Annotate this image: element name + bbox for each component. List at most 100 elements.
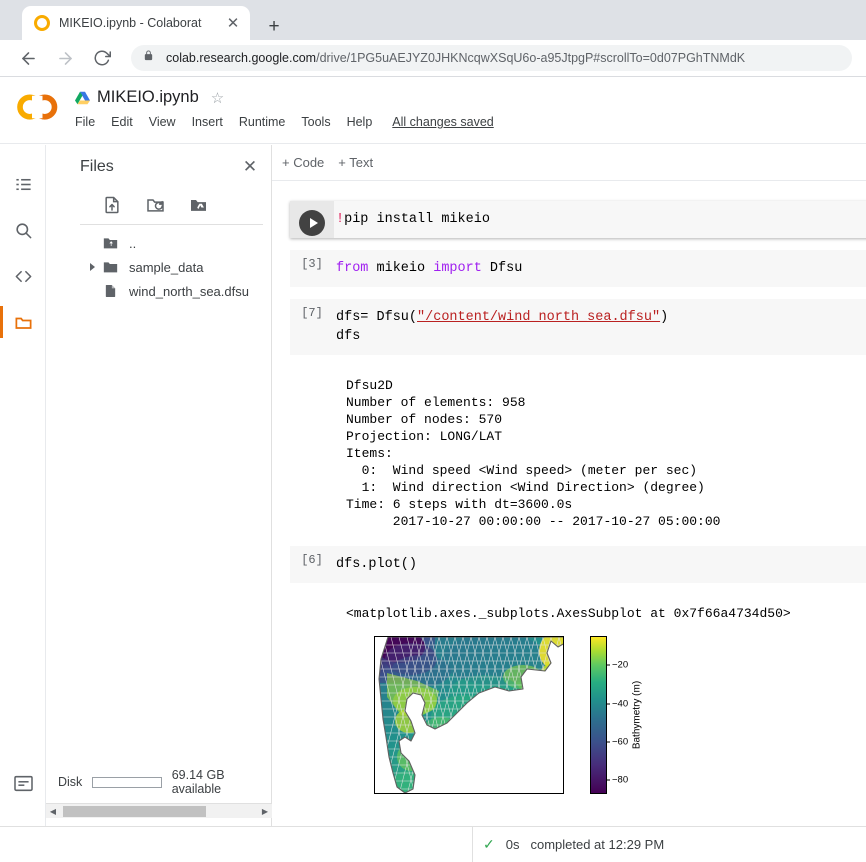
add-text-cell-button[interactable]: + Text xyxy=(338,155,373,170)
lock-icon xyxy=(143,49,157,67)
url-domain: colab.research.google.com xyxy=(166,51,317,65)
cell-execution-count: [3] xyxy=(301,257,323,271)
play-icon xyxy=(309,218,318,228)
menu-item-edit[interactable]: Edit xyxy=(111,115,133,129)
menu-item-view[interactable]: View xyxy=(149,115,176,129)
status-bar: ✓ 0s completed at 12:29 PM xyxy=(0,826,866,862)
file-tree-item-label: wind_north_sea.dfsu xyxy=(129,283,249,299)
figure-axes: 55 54 53 52 51 50 0 2 4 6 8 xyxy=(374,636,564,794)
colab-favicon-icon xyxy=(34,15,50,31)
address-bar-url: colab.research.google.com/drive/1PG5uAEJ… xyxy=(166,51,745,65)
menu-item-help[interactable]: Help xyxy=(347,115,373,129)
notebook-cell[interactable]: [6] dfs.plot() xyxy=(290,546,866,583)
cell-gutter: [7] xyxy=(290,299,334,355)
close-icon[interactable]: ✕ xyxy=(224,14,242,32)
mount-drive-icon[interactable] xyxy=(188,195,209,216)
execution-status: ✓ 0s completed at 12:29 PM xyxy=(473,836,866,853)
notebook-cell[interactable]: !pip install mikeio xyxy=(290,201,866,238)
folder-icon xyxy=(102,259,119,276)
cell-code[interactable]: from mikeio import Dfsu xyxy=(290,250,866,287)
menu-item-insert[interactable]: Insert xyxy=(192,115,223,129)
file-tree-item-label: sample_data xyxy=(129,259,204,275)
rail-item-code-snippets[interactable] xyxy=(0,253,46,299)
menu-item-tools[interactable]: Tools xyxy=(301,115,330,129)
files-panel-title: Files xyxy=(80,158,114,175)
file-tree-item-parent[interactable]: .. xyxy=(46,231,271,255)
disk-usage-bar xyxy=(92,776,162,788)
colorbar-tick-label: −20 xyxy=(605,659,629,671)
file-tree-item-file[interactable]: wind_north_sea.dfsu xyxy=(46,279,271,303)
drive-icon xyxy=(75,91,90,105)
forward-icon xyxy=(51,44,79,72)
notebook-title-row: MIKEIO.ipynb ☆ xyxy=(75,88,224,107)
files-panel: Files ✕ .. sample_data wind_north_sea.df… xyxy=(46,145,272,826)
rail-item-search[interactable] xyxy=(0,207,46,253)
file-tree-item-label: .. xyxy=(129,235,137,251)
new-tab-button[interactable]: + xyxy=(260,12,288,40)
cell-output-figure: 55 54 53 52 51 50 0 2 4 6 8 xyxy=(290,626,866,814)
url-path: /drive/1PG5uAEJYZ0JHKNcqwXSqU6o-a95JtpgP… xyxy=(316,51,746,65)
disk-label: Disk xyxy=(58,775,83,789)
scrollbar-track[interactable] xyxy=(60,805,258,818)
upload-file-icon[interactable] xyxy=(102,195,123,216)
refresh-folder-icon[interactable] xyxy=(145,195,166,216)
notebook-area: + Code + Text !pip install mikeio [3] fr… xyxy=(272,145,866,826)
cell-gutter: [6] xyxy=(290,546,334,583)
browser-navigation-bar: colab.research.google.com/drive/1PG5uAEJ… xyxy=(0,40,866,77)
parent-folder-icon xyxy=(102,235,119,252)
menu-item-runtime[interactable]: Runtime xyxy=(239,115,286,129)
add-code-cell-button[interactable]: + Code xyxy=(282,155,324,170)
file-icon xyxy=(102,283,119,300)
colorbar-tick-label: −40 xyxy=(605,698,629,710)
file-tree-item-folder[interactable]: sample_data xyxy=(46,255,271,279)
disk-available-label: 69.14 GB available xyxy=(171,768,225,796)
notebook-title[interactable]: MIKEIO.ipynb xyxy=(97,88,199,107)
colorbar-axis-label: Bathymetry (m) xyxy=(631,680,643,750)
notebook-cell[interactable]: [7] dfs= Dfsu("/content/wind_north_sea.d… xyxy=(290,299,866,355)
address-bar[interactable]: colab.research.google.com/drive/1PG5uAEJ… xyxy=(131,45,852,71)
left-icon-rail xyxy=(0,145,46,826)
cell-gutter xyxy=(290,201,334,238)
cell-execution-count: [6] xyxy=(301,553,323,567)
cell-output-text: <matplotlib.axes._subplots.AxesSubplot a… xyxy=(290,595,866,626)
check-icon: ✓ xyxy=(483,836,495,852)
save-status[interactable]: All changes saved xyxy=(392,115,493,129)
colorbar: −20 −40 −60 −80 xyxy=(590,636,628,794)
chevron-right-icon[interactable] xyxy=(90,263,95,271)
reload-icon[interactable] xyxy=(88,44,116,72)
notebook-cell-toolbar: + Code + Text xyxy=(272,145,866,181)
files-horizontal-scrollbar[interactable]: ◀ ▶ xyxy=(46,803,272,818)
colorbar-tick-label: −60 xyxy=(605,736,629,748)
scroll-left-icon[interactable]: ◀ xyxy=(46,807,60,816)
rail-item-table-of-contents[interactable] xyxy=(0,161,46,207)
rail-item-terminal[interactable] xyxy=(0,766,46,800)
cell-code[interactable]: dfs.plot() xyxy=(290,546,866,583)
colab-logo-icon[interactable] xyxy=(17,93,59,121)
menu-item-file[interactable]: File xyxy=(75,115,95,129)
cell-code[interactable]: dfs= Dfsu("/content/wind_north_sea.dfsu"… xyxy=(290,299,866,355)
browser-tab-strip: MIKEIO.ipynb - Colaborat ✕ + xyxy=(0,0,866,40)
browser-tab[interactable]: MIKEIO.ipynb - Colaborat ✕ xyxy=(22,6,250,40)
cell-gutter: [3] xyxy=(290,250,334,287)
disk-usage: Disk 69.14 GB available xyxy=(46,768,272,796)
browser-tab-title: MIKEIO.ipynb - Colaborat xyxy=(59,16,202,30)
star-icon[interactable]: ☆ xyxy=(211,89,224,107)
run-cell-button[interactable] xyxy=(299,210,325,236)
cell-code[interactable]: !pip install mikeio xyxy=(290,201,866,238)
bathymetry-mesh xyxy=(378,637,563,793)
execution-elapsed: 0s xyxy=(505,837,520,852)
menu-bar: File Edit View Insert Runtime Tools Help… xyxy=(75,115,494,129)
rail-item-files[interactable] xyxy=(0,299,46,345)
files-panel-header: Files ✕ xyxy=(46,145,271,189)
notebook-cell[interactable]: [3] from mikeio import Dfsu xyxy=(290,250,866,287)
status-bar-left xyxy=(0,826,473,862)
colab-header: MIKEIO.ipynb ☆ File Edit View Insert Run… xyxy=(0,77,866,144)
back-icon[interactable] xyxy=(14,44,42,72)
files-panel-toolbar xyxy=(80,189,263,225)
matplotlib-figure: 55 54 53 52 51 50 0 2 4 6 8 xyxy=(346,634,646,814)
close-icon[interactable]: ✕ xyxy=(239,157,261,177)
cell-output-text: Dfsu2D Number of elements: 958 Number of… xyxy=(290,367,866,534)
scrollbar-thumb[interactable] xyxy=(63,805,206,817)
scroll-right-icon[interactable]: ▶ xyxy=(258,807,272,816)
notebook-cells: !pip install mikeio [3] from mikeio impo… xyxy=(272,181,866,814)
